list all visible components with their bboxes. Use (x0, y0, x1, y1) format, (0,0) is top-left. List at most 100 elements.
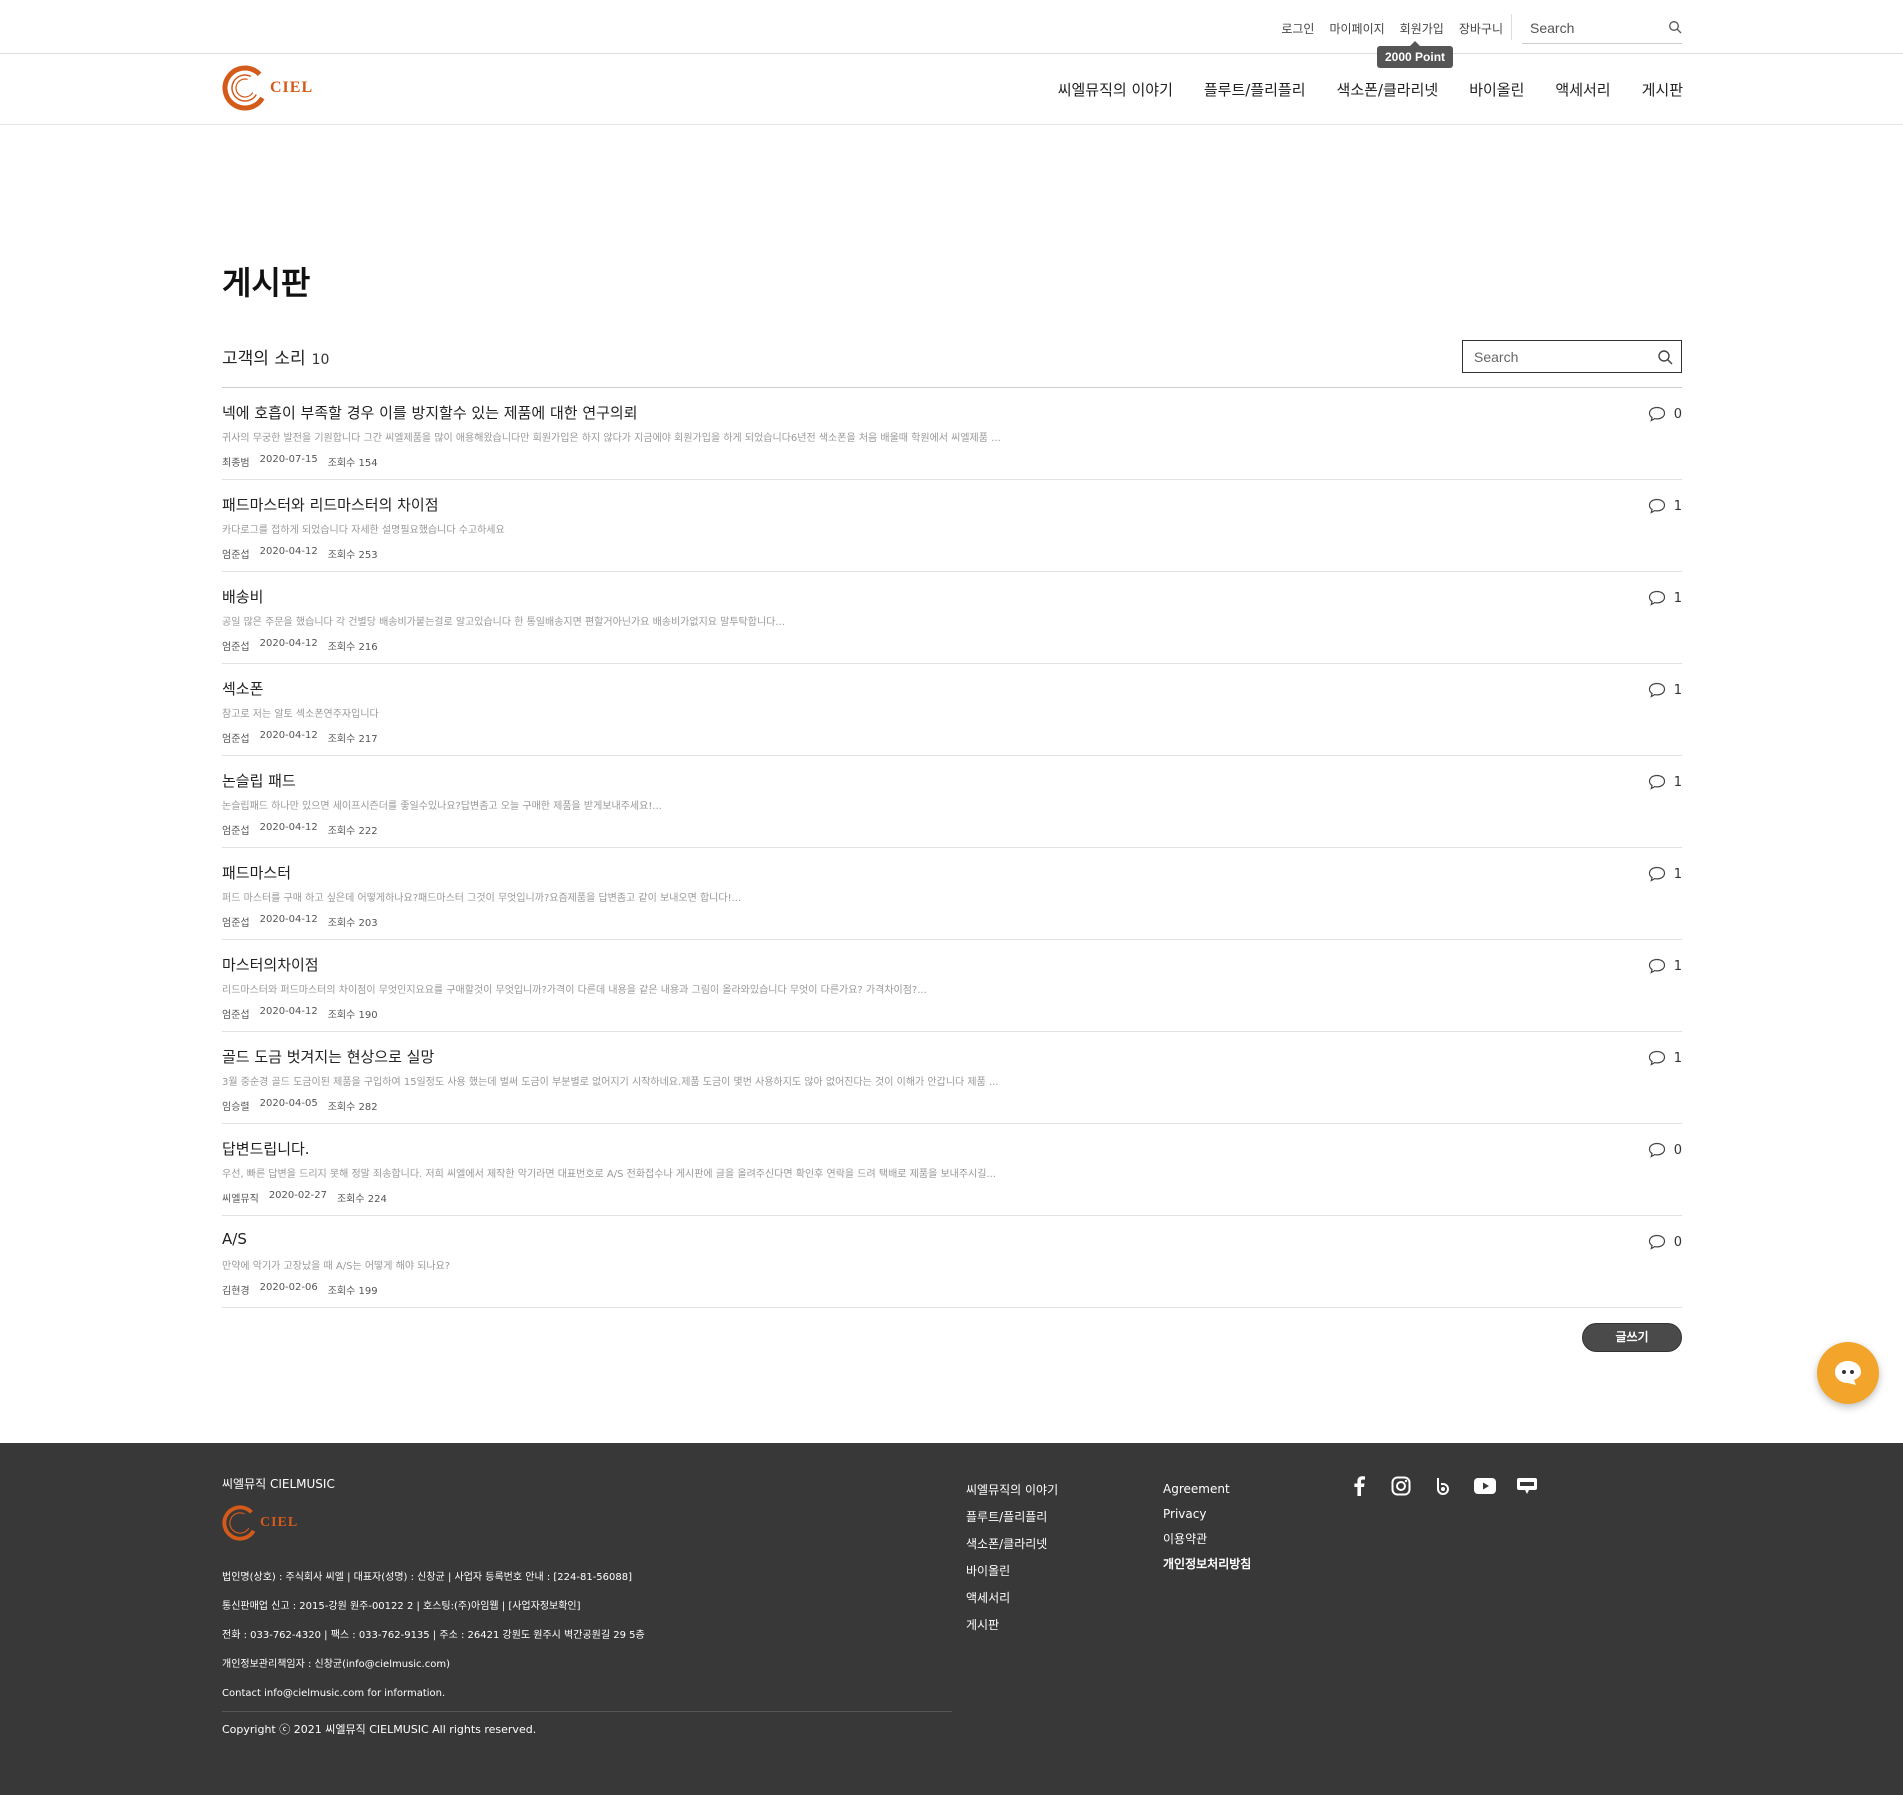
company-info-line: Contact info@cielmusic.com for informati… (222, 1688, 446, 1699)
post-views: 조회수 154 (327, 458, 378, 469)
comment-count-value: 0 (1673, 1142, 1682, 1158)
comment-count: 0 (1648, 406, 1682, 422)
top-search-input[interactable] (1522, 14, 1652, 42)
post-excerpt: 논슬립패드 하나만 있으면 세이프시즌더를 좋일수있나요?답변좀고 오늘 구매한… (222, 801, 662, 812)
post-views: 조회수 224 (336, 1194, 387, 1205)
comment-icon (1648, 1050, 1665, 1066)
post-meta: 엄준섭 2020-04-12 조회수 217 (222, 730, 378, 745)
post-title[interactable]: 넥에 호흡이 부족할 경우 이를 방지할수 있는 제품에 대한 연구의뢰 (222, 402, 638, 423)
post-title[interactable]: 패드마스터 (222, 862, 291, 883)
post-title[interactable]: A/S (222, 1230, 247, 1248)
terms-link[interactable]: 이용약관 (1163, 1527, 1251, 1552)
post-date: 2020-04-05 (259, 1098, 318, 1109)
post-author: 엄준섭 (222, 1010, 250, 1021)
nav-item-violin[interactable]: 바이올린 (1469, 79, 1524, 100)
site-logo[interactable]: CIEL (222, 65, 313, 111)
post-list: 넥에 호흡이 부족할 경우 이를 방지할수 있는 제품에 대한 연구의뢰 귀사의 … (222, 387, 1682, 1308)
youtube-icon[interactable] (1474, 1475, 1496, 1497)
privacy-link[interactable]: Privacy (1163, 1502, 1251, 1527)
comment-count: 1 (1648, 498, 1682, 514)
post-title[interactable]: 패드마스터와 리드마스터의 차이점 (222, 494, 439, 515)
post-title[interactable]: 배송비 (222, 586, 263, 607)
post-title[interactable]: 마스터의차이점 (222, 954, 319, 975)
footer-policy: Agreement Privacy 이용약관 개인정보처리방침 (1163, 1477, 1251, 1577)
comment-count: 1 (1648, 866, 1682, 882)
comment-count: 0 (1648, 1142, 1682, 1158)
comment-icon (1648, 682, 1665, 698)
post-excerpt: 리드마스터와 퍼드마스터의 차이점이 무엇인지요요를 구매할것이 무엇입니까?가… (222, 985, 927, 996)
chat-button[interactable] (1817, 1342, 1879, 1404)
post-date: 2020-04-12 (259, 1006, 318, 1017)
main-nav: 씨엘뮤직의 이야기 플루트/플리플리 색소폰/클라리넷 바이올린 액세서리 게시… (1058, 79, 1683, 100)
band-icon[interactable] (1432, 1475, 1454, 1497)
signup-link[interactable]: 회원가입 (1400, 20, 1444, 37)
board-header: 고객의 소리 10 (222, 344, 329, 369)
post-title[interactable]: 골드 도금 벗겨지는 현상으로 실망 (222, 1046, 434, 1067)
post-row[interactable]: 넥에 호흡이 부족할 경우 이를 방지할수 있는 제품에 대한 연구의뢰 귀사의 … (222, 388, 1682, 480)
post-views: 조회수 222 (327, 826, 378, 837)
privacy-policy-link[interactable]: 개인정보처리방침 (1163, 1552, 1251, 1577)
mypage-link[interactable]: 마이페이지 (1329, 20, 1384, 37)
post-author: 엄준섭 (222, 826, 250, 837)
comment-count-value: 1 (1673, 682, 1682, 698)
post-row[interactable]: 패드마스터 퍼드 마스터를 구매 하고 싶은데 어떻게하나요?패드마스터 그것이 … (222, 848, 1682, 940)
company-info-line: 개인정보관리책임자 : 신창균(info@cielmusic.com) (222, 1659, 450, 1670)
post-row[interactable]: 답변드립니다. 우선, 빠른 답변을 드리지 못해 정말 죄송합니다. 저희 씨엘… (222, 1124, 1682, 1216)
post-date: 2020-04-12 (259, 822, 318, 833)
search-icon[interactable] (1657, 349, 1673, 369)
agreement-link[interactable]: Agreement (1163, 1477, 1251, 1502)
post-views: 조회수 216 (327, 642, 378, 653)
post-row[interactable]: 배송비 공일 많은 주문을 했습니다 각 건별당 배송비가붙는걸로 알고있습니다 … (222, 572, 1682, 664)
nav-item-flute[interactable]: 플루트/플리플리 (1204, 79, 1306, 100)
social-links (1348, 1475, 1538, 1497)
blog-icon[interactable] (1516, 1475, 1538, 1497)
comment-count: 1 (1648, 958, 1682, 974)
cart-link[interactable]: 장바구니 (1459, 20, 1503, 37)
post-row[interactable]: A/S 만약에 악기가 고장났을 때 A/S는 어떻게 해야 되나요? 김현경 202… (222, 1216, 1682, 1308)
comment-icon (1648, 1142, 1665, 1158)
post-row[interactable]: 마스터의차이점리드마스터와 퍼드마스터의 차이점이 무엇인지요요를 구매할것이 … (222, 940, 1682, 1032)
post-title[interactable]: 답변드립니다. (222, 1138, 310, 1159)
comment-count-value: 1 (1673, 590, 1682, 606)
post-excerpt: 만약에 악기가 고장났을 때 A/S는 어떻게 해야 되나요? (222, 1261, 451, 1272)
post-meta: 엄준섭 2020-04-12 조회수 222 (222, 822, 378, 837)
company-info-line: 전화 : 033-762-4320 | 팩스 : 033-762-9135 | … (222, 1630, 645, 1641)
write-button[interactable]: 글쓰기 (1582, 1323, 1682, 1352)
site-footer: 씨엘뮤직 CIELMUSIC CIEL 법인명(상호) : 주식회사 씨엘 | … (0, 1443, 1903, 1795)
post-row[interactable]: 섹소폰 참고로 저는 알토 섹소폰연주자입니다 엄준섭 2020-04-12 조회수 2… (222, 664, 1682, 756)
instagram-icon[interactable] (1390, 1475, 1412, 1497)
footer-divider (222, 1711, 952, 1712)
post-meta: 김현경 2020-02-06 조회수 199 (222, 1282, 378, 1297)
comment-count: 1 (1648, 682, 1682, 698)
post-date: 2020-04-12 (259, 546, 318, 557)
nav-item-saxophone[interactable]: 색소폰/클라리넷 (1337, 79, 1439, 100)
post-views: 조회수 217 (327, 734, 378, 745)
footer-link-accessory[interactable]: 액세서리 (966, 1585, 1058, 1612)
board-search-input[interactable] (1463, 341, 1643, 372)
post-title[interactable]: 섹소폰 (222, 678, 263, 699)
chat-icon (1835, 1361, 1861, 1385)
board-name: 고객의 소리 (222, 349, 306, 369)
nav-item-story[interactable]: 씨엘뮤직의 이야기 (1058, 79, 1173, 100)
footer-link-story[interactable]: 씨엘뮤직의 이야기 (966, 1477, 1058, 1504)
footer-logo[interactable]: CIEL (222, 1505, 298, 1541)
search-icon[interactable] (1668, 19, 1682, 38)
nav-item-accessory[interactable]: 액세서리 (1555, 79, 1610, 100)
post-row[interactable]: 패드마스터와 리드마스터의 차이점 카다로그를 접하게 되었습니다 자세한 설명필… (222, 480, 1682, 572)
post-author: 씨엘뮤직 (222, 1194, 259, 1205)
post-author: 김현경 (222, 1286, 250, 1297)
facebook-icon[interactable] (1348, 1475, 1370, 1497)
logo-text: CIEL (270, 79, 314, 96)
footer-link-saxophone[interactable]: 색소폰/클라리넷 (966, 1531, 1058, 1558)
comment-count-value: 1 (1673, 774, 1682, 790)
footer-link-violin[interactable]: 바이올린 (966, 1558, 1058, 1585)
footer-link-board[interactable]: 게시판 (966, 1612, 1058, 1639)
post-date: 2020-02-27 (268, 1190, 327, 1201)
post-title[interactable]: 논슬립 패드 (222, 770, 296, 791)
login-link[interactable]: 로그인 (1281, 20, 1314, 37)
post-date: 2020-02-06 (259, 1282, 318, 1293)
post-row[interactable]: 논슬립 패드논슬립패드 하나만 있으면 세이프시즌더를 좋일수있나요?답변좀고 … (222, 756, 1682, 848)
footer-link-flute[interactable]: 플루트/플리플리 (966, 1504, 1058, 1531)
nav-item-board[interactable]: 게시판 (1642, 79, 1683, 100)
post-row[interactable]: 골드 도금 벗겨지는 현상으로 실망 3월 중순경 골드 도금이된 제품을 구입하… (222, 1032, 1682, 1124)
